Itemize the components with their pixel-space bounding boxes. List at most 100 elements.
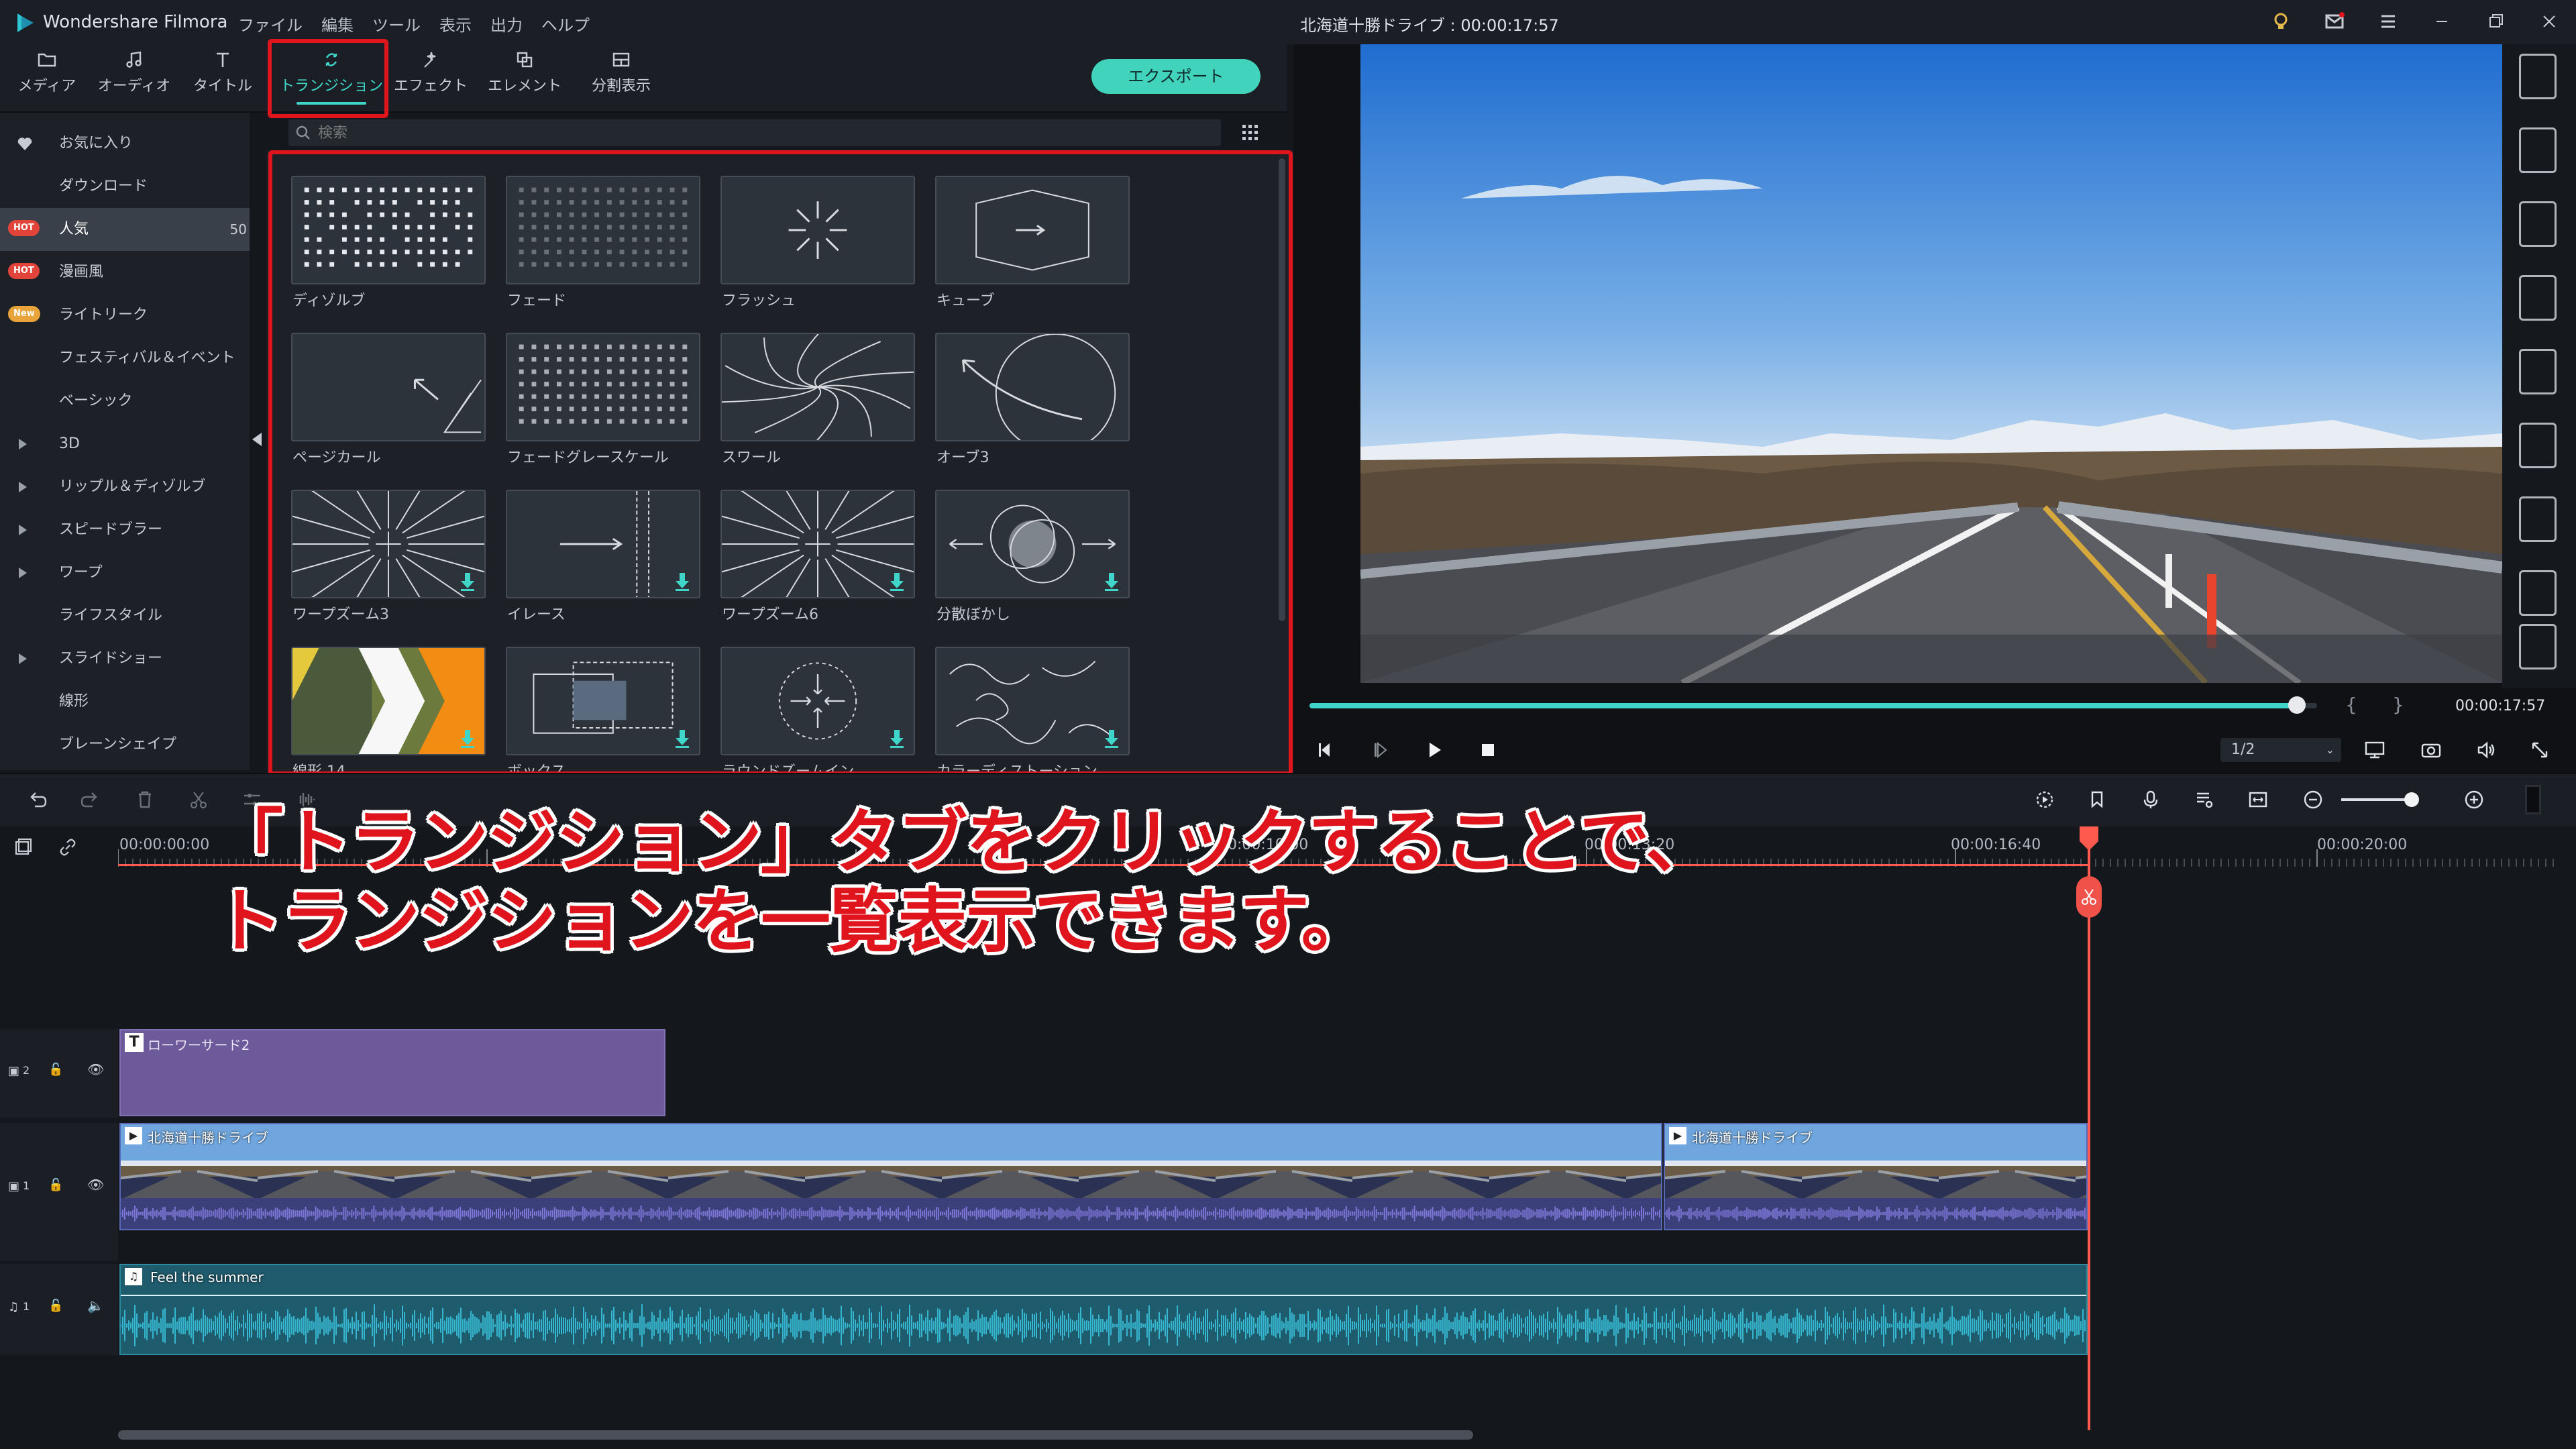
video-clip[interactable]: ▶ 北海道十勝ドライブ xyxy=(119,1123,1662,1230)
tab-element[interactable]: エレメント xyxy=(478,44,572,113)
timeline-horizontal-scrollbar[interactable] xyxy=(118,1430,1473,1440)
mail-icon[interactable] xyxy=(2321,8,2348,35)
sidebar-item-count: 50 xyxy=(229,221,247,237)
title-clip[interactable]: T ローワーサード2 xyxy=(119,1029,665,1116)
preview-quality-select[interactable]: 1/2 ⌄ xyxy=(2220,738,2341,762)
tab-title[interactable]: タイトル xyxy=(176,44,270,113)
sidebar-item-festival[interactable]: フェスティバル＆イベント xyxy=(0,337,250,380)
audio-volume-line[interactable] xyxy=(121,1295,2086,1296)
video-clip[interactable]: ▶ 北海道十勝ドライブ xyxy=(1664,1123,2088,1230)
sidebar-item-download[interactable]: ダウンロード xyxy=(0,165,250,208)
track-header-video: ▣ 1 🔓 👁 xyxy=(0,1123,118,1261)
link-icon[interactable] xyxy=(56,836,79,859)
track-header-audio: ♫ 1 🔓 🔈 xyxy=(0,1264,118,1355)
timeline-menu-handle[interactable] xyxy=(2525,785,2541,814)
sidebar-item-popular[interactable]: HOT 人気 50 xyxy=(0,208,250,251)
minimize-icon[interactable] xyxy=(2428,8,2455,35)
snapshot-camera-icon[interactable] xyxy=(2418,737,2445,763)
marker-slot[interactable] xyxy=(2519,349,2557,394)
tab-element-label: エレメント xyxy=(487,78,561,95)
marker-slot[interactable] xyxy=(2519,275,2557,321)
menu-help[interactable]: ヘルプ xyxy=(541,12,590,36)
sidebar-item-ripple-dissolve[interactable]: リップル＆ディゾルブ xyxy=(0,466,250,508)
tab-media[interactable]: メディア xyxy=(0,44,94,113)
sidebar-item-manga[interactable]: HOT 漫画風 xyxy=(0,251,250,294)
zoom-out-icon[interactable] xyxy=(2300,786,2326,813)
lock-icon[interactable]: 🔓 xyxy=(48,1178,63,1192)
hamburger-menu-icon[interactable] xyxy=(2375,8,2402,35)
undo-icon[interactable] xyxy=(24,786,51,813)
audio-clip-name: Feel the summer xyxy=(150,1269,264,1285)
video-frame-thumbnail xyxy=(394,1124,531,1199)
zoom-slider-handle[interactable] xyxy=(2404,792,2419,807)
marker-slot[interactable] xyxy=(2519,570,2557,616)
lock-icon[interactable]: 🔓 xyxy=(48,1299,63,1313)
step-back-icon[interactable] xyxy=(1312,737,1339,763)
marker-slot[interactable] xyxy=(2519,201,2557,247)
track-number: 1 xyxy=(23,1179,30,1192)
sidebar-item-linear[interactable]: 線形 xyxy=(0,680,250,723)
microphone-icon[interactable] xyxy=(2137,786,2164,813)
marker-slot[interactable] xyxy=(2519,496,2557,542)
sidebar-item-favorites[interactable]: お気に入り xyxy=(0,122,250,165)
track-video-2-icon: ▣ xyxy=(8,1064,20,1078)
sidebar-item-slideshow[interactable]: スライドショー xyxy=(0,637,250,680)
tab-split-screen[interactable]: 分割表示 xyxy=(574,44,668,113)
lightbulb-icon[interactable] xyxy=(2267,8,2294,35)
ruler-label: 00:00:00:00 xyxy=(119,837,210,853)
sidebar-item-3d[interactable]: 3D xyxy=(0,423,250,466)
restore-icon[interactable] xyxy=(2482,8,2509,35)
menu-view[interactable]: 表示 xyxy=(439,12,472,36)
magic-icon xyxy=(424,52,436,68)
voiceover-list-icon[interactable] xyxy=(2191,786,2218,813)
scissors-icon[interactable] xyxy=(185,786,212,813)
audio-clip[interactable]: ♫ Feel the summer xyxy=(119,1264,2088,1355)
marker-slot[interactable] xyxy=(2519,624,2557,669)
sidebar-item-warp[interactable]: ワープ xyxy=(0,551,250,594)
eye-icon[interactable]: 👁 xyxy=(87,1177,104,1193)
zoom-in-icon[interactable] xyxy=(2461,786,2487,813)
annotation-line-2: トランジションを一覧表示できます。 xyxy=(213,880,1371,962)
fit-timeline-icon[interactable] xyxy=(2245,786,2271,813)
redo-icon[interactable] xyxy=(76,786,103,813)
sidebar-item-lifestyle[interactable]: ライフスタイル xyxy=(0,594,250,637)
marker-icon[interactable] xyxy=(2084,786,2110,813)
speaker-icon[interactable]: 🔈 xyxy=(87,1297,104,1313)
collapse-sidebar-icon[interactable] xyxy=(252,433,262,446)
video-frame-thumbnail xyxy=(942,1124,1079,1199)
menu-output[interactable]: 出力 xyxy=(490,12,523,36)
render-icon[interactable] xyxy=(2031,786,2058,813)
tab-effect[interactable]: エフェクト xyxy=(384,44,478,113)
tab-audio[interactable]: オーディオ xyxy=(87,44,181,113)
menu-edit[interactable]: 編集 xyxy=(321,12,354,36)
sidebar-item-speed-blur[interactable]: スピードブラー xyxy=(0,508,250,551)
stop-icon[interactable] xyxy=(1474,737,1501,763)
export-button[interactable]: エクスポート xyxy=(1091,59,1260,94)
marker-slot[interactable] xyxy=(2519,127,2557,173)
fullscreen-icon[interactable] xyxy=(2526,737,2553,763)
sidebar-item-brain-shape[interactable]: ブレーンシェイプ xyxy=(0,723,250,766)
eye-icon[interactable]: 👁 xyxy=(87,1061,104,1077)
display-icon[interactable] xyxy=(2361,737,2388,763)
search-input[interactable] xyxy=(318,122,1190,144)
trash-icon[interactable] xyxy=(131,786,158,813)
step-forward-frame-icon[interactable] xyxy=(1367,737,1394,763)
play-icon[interactable] xyxy=(1421,737,1448,763)
mark-out-icon[interactable]: } xyxy=(2392,694,2404,716)
add-track-icon[interactable] xyxy=(12,836,35,859)
sidebar-item-label: ワープ xyxy=(59,564,103,581)
close-icon[interactable] xyxy=(2536,8,2563,35)
grid-view-icon[interactable] xyxy=(1240,122,1261,144)
playback-progress-handle[interactable] xyxy=(2288,696,2306,714)
playhead-handle[interactable] xyxy=(2078,826,2100,851)
mark-in-icon[interactable]: { xyxy=(2345,694,2357,716)
marker-slot[interactable] xyxy=(2519,423,2557,468)
sidebar-item-basic[interactable]: ベーシック xyxy=(0,380,250,423)
volume-icon[interactable] xyxy=(2473,737,2500,763)
menu-file[interactable]: ファイル xyxy=(238,12,303,36)
lock-icon[interactable]: 🔓 xyxy=(48,1063,63,1077)
playhead-split-button[interactable] xyxy=(2076,876,2102,918)
menu-tools[interactable]: ツール xyxy=(372,12,421,36)
marker-slot[interactable] xyxy=(2519,54,2557,99)
sidebar-item-light-leak[interactable]: New ライトリーク xyxy=(0,294,250,337)
